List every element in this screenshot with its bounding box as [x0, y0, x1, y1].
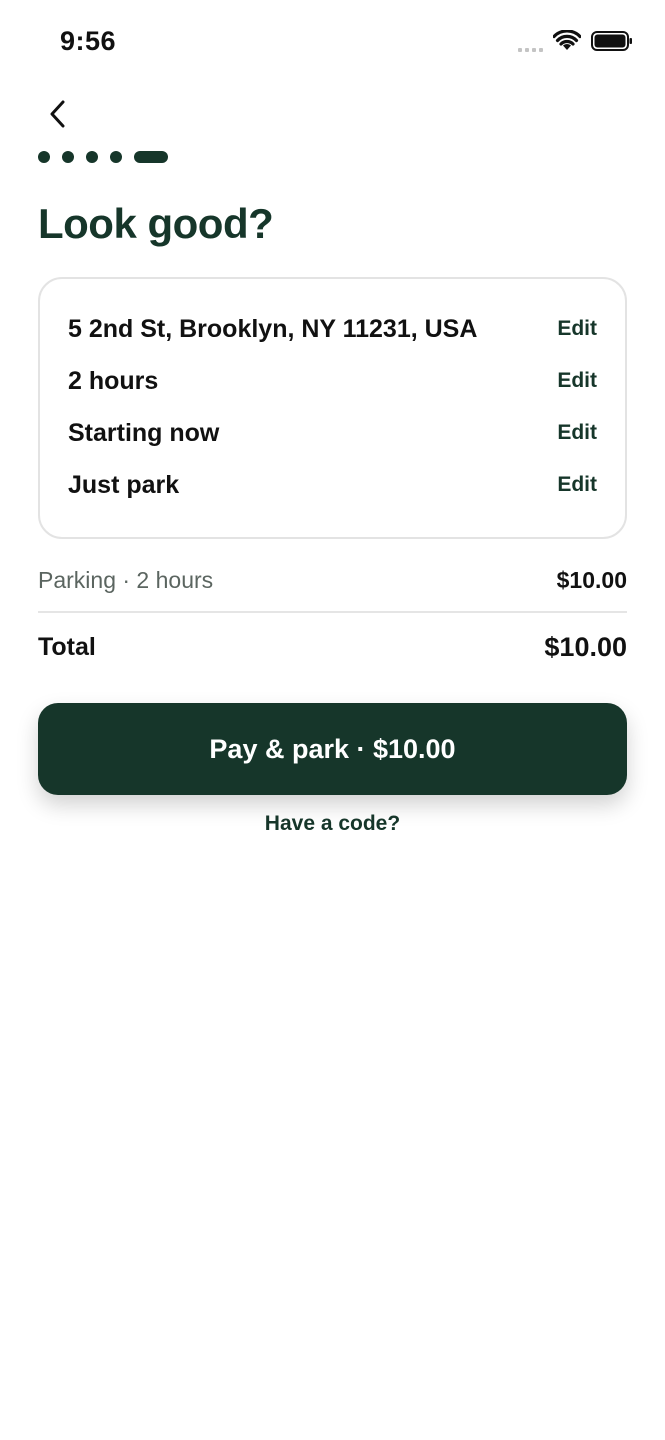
review-screen: 9:56 Look good? 5 2nd St, Brooklyn, NY 1…: [0, 0, 665, 1440]
summary-row-address: 5 2nd St, Brooklyn, NY 11231, USA Edit: [68, 303, 597, 355]
progress-step-1: [38, 151, 50, 163]
price-line-label: Parking · 2 hours: [38, 566, 214, 593]
start-time-text: Starting now: [68, 418, 220, 447]
edit-start-time-button[interactable]: Edit: [557, 421, 597, 445]
signal-icon: [518, 30, 543, 52]
progress-step-4: [110, 151, 122, 163]
total-row: Total $10.00: [38, 628, 627, 666]
summary-row-start-time: Starting now Edit: [68, 407, 597, 459]
edit-duration-button[interactable]: Edit: [557, 369, 597, 393]
total-label: Total: [38, 632, 96, 661]
status-icons: [518, 30, 633, 52]
page-title: Look good?: [38, 200, 274, 247]
price-divider: [38, 611, 627, 613]
duration-text: 2 hours: [68, 366, 159, 395]
back-button[interactable]: [40, 96, 76, 132]
have-a-code-link[interactable]: Have a code?: [0, 812, 665, 836]
price-line-amount: $10.00: [556, 566, 627, 593]
price-line-parking: Parking · 2 hours $10.00: [38, 562, 627, 598]
summary-row-duration: 2 hours Edit: [68, 355, 597, 407]
summary-row-parking-type: Just park Edit: [68, 459, 597, 511]
edit-address-button[interactable]: Edit: [557, 317, 597, 341]
pay-and-park-button[interactable]: Pay & park · $10.00: [38, 703, 627, 795]
address-text: 5 2nd St, Brooklyn, NY 11231, USA: [68, 314, 478, 343]
wifi-icon: [553, 30, 581, 50]
edit-parking-type-button[interactable]: Edit: [557, 473, 597, 497]
progress-step-5-active: [134, 151, 168, 163]
status-time: 9:56: [60, 26, 117, 56]
summary-card: 5 2nd St, Brooklyn, NY 11231, USA Edit 2…: [38, 277, 627, 539]
progress-step-2: [62, 151, 74, 163]
progress-step-3: [86, 151, 98, 163]
chevron-left-icon: [50, 100, 65, 128]
total-amount: $10.00: [544, 631, 627, 662]
step-progress: [38, 151, 168, 163]
parking-type-text: Just park: [68, 470, 180, 499]
battery-icon: [591, 31, 632, 51]
